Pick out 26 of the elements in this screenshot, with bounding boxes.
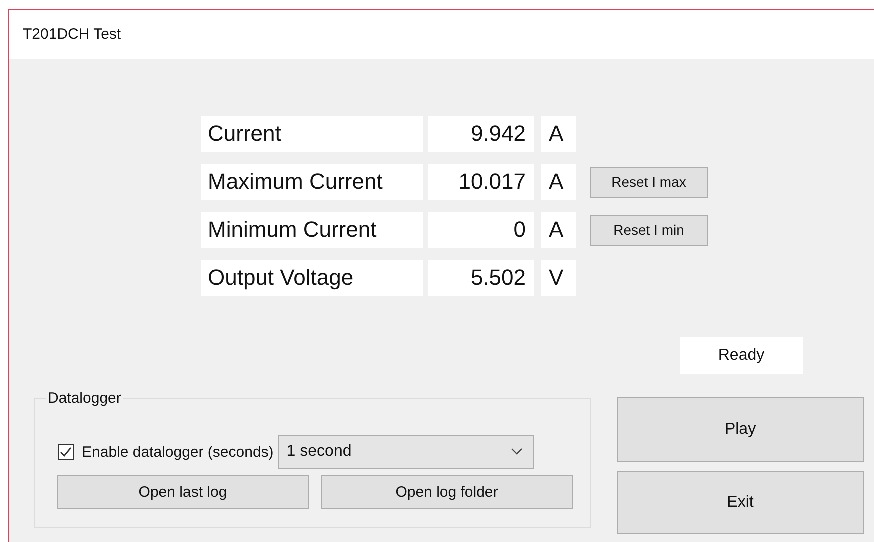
- reset-button[interactable]: Reset I max: [590, 166, 708, 198]
- action-button[interactable]: Exit: [617, 471, 864, 534]
- reset-button[interactable]: Reset I min: [590, 214, 708, 246]
- reading-unit: V: [541, 260, 576, 296]
- check-icon: [59, 445, 73, 459]
- log-button[interactable]: Open last log: [57, 475, 309, 509]
- reading-unit: A: [541, 116, 576, 152]
- chevron-down-icon: [510, 448, 523, 456]
- checkbox[interactable]: [58, 444, 74, 460]
- reading-value: 5.502: [428, 260, 534, 296]
- interval-dropdown[interactable]: 1 second: [278, 435, 534, 469]
- reading-value: 10.017: [428, 164, 534, 200]
- status-label: Ready: [680, 337, 803, 374]
- reading-label: Output Voltage: [201, 260, 423, 296]
- reading-label: Maximum Current: [201, 164, 423, 200]
- reading-label: Minimum Current: [201, 212, 423, 248]
- log-button[interactable]: Open log folder: [321, 475, 573, 509]
- reading-label: Current: [201, 116, 423, 152]
- group-title: Datalogger: [47, 390, 122, 407]
- window-title: T201DCH Test: [23, 26, 122, 43]
- reading-value: 0: [428, 212, 534, 248]
- reading-unit: A: [541, 164, 576, 200]
- reading-value: 9.942: [428, 116, 534, 152]
- checkbox-label[interactable]: Enable datalogger (seconds): [82, 444, 274, 460]
- reading-unit: A: [541, 212, 576, 248]
- action-button[interactable]: Play: [617, 397, 864, 462]
